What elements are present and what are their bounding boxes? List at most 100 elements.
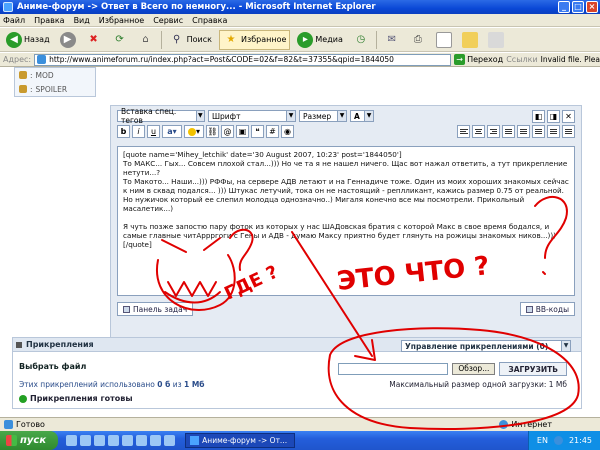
folder-button[interactable] — [459, 30, 481, 50]
attachments-header: Прикрепления Управление прикреплениями (… — [13, 338, 581, 352]
search-label: Поиск — [186, 35, 212, 44]
print-button[interactable]: ⎙ — [407, 30, 429, 50]
browse-button[interactable]: Обзор... — [452, 363, 496, 375]
attachments-usage: Этих прикреплений использовано 0 б из 1 … — [19, 380, 205, 389]
quicklaunch-icon[interactable] — [80, 435, 92, 446]
bbcode-icon — [525, 305, 533, 313]
choose-file-label: Выбрать файл — [19, 362, 87, 371]
ie-icon — [3, 2, 13, 12]
mode-icon[interactable]: ◧ — [532, 110, 545, 123]
tag-icon — [19, 71, 27, 79]
usage-prefix: Этих прикреплений использовано — [19, 380, 155, 389]
home-button[interactable]: ⌂ — [135, 30, 157, 50]
numbered-list-icon[interactable] — [532, 125, 545, 138]
align-right-icon[interactable] — [487, 125, 500, 138]
back-button[interactable]: ◀ Назад — [3, 30, 53, 50]
go-button[interactable]: → Переход — [454, 54, 503, 65]
image-icon[interactable]: ▣ — [236, 125, 249, 138]
mail-button[interactable]: ✉ — [381, 30, 403, 50]
mail-icon: ✉ — [387, 34, 397, 45]
text-color-select[interactable]: A ▼ — [350, 110, 374, 122]
link-icon[interactable]: ⛓ — [206, 125, 219, 138]
outdent-icon[interactable] — [547, 125, 560, 138]
indent-icon[interactable] — [562, 125, 575, 138]
max-upload-size: Максимальный размер одной загрузки: 1 Мб — [389, 380, 567, 389]
edit-button[interactable] — [433, 30, 455, 50]
close-button[interactable]: × — [586, 1, 598, 13]
spoiler-icon[interactable]: ◉ — [281, 125, 294, 138]
bold-button[interactable]: b — [117, 125, 130, 138]
insert-tags-select[interactable]: Вставка спец. тегов ▼ — [117, 107, 205, 125]
menu-view[interactable]: Вид — [74, 16, 90, 25]
underline-button[interactable]: u — [147, 125, 160, 138]
minimize-button[interactable]: _ — [558, 1, 570, 13]
address-bar: Адрес: http://www.animeforum.ru/index.ph… — [0, 53, 600, 67]
menu-help[interactable]: Справка — [192, 16, 227, 25]
start-button[interactable]: пуск — [0, 431, 59, 450]
post-textarea[interactable]: [quote name='Mihey_letchik' date='30 Aug… — [117, 146, 575, 296]
stop-button[interactable]: ✖ — [83, 30, 105, 50]
font-select[interactable]: Шрифт ▼ — [208, 110, 296, 122]
tag-item-mod[interactable]: : MOD — [15, 68, 95, 82]
media-button[interactable]: ▸ Медиа — [294, 30, 345, 50]
code-icon[interactable]: # — [266, 125, 279, 138]
post-editor: Вставка спец. тегов ▼ Шрифт ▼ Размер ▼ A ▼ ◧… — [110, 105, 582, 367]
print-icon: ⎙ — [413, 34, 422, 45]
quicklaunch-icon[interactable] — [66, 435, 78, 446]
history-icon: ◷ — [356, 34, 366, 45]
close-icon[interactable]: ✕ — [562, 110, 575, 123]
menu-favorites[interactable]: Избранное — [99, 16, 144, 25]
language-indicator[interactable]: EN — [537, 436, 548, 445]
info-notice[interactable]: Invalid file. Plea — [541, 55, 600, 64]
menu-edit[interactable]: Правка — [34, 16, 64, 25]
align-justify-icon[interactable] — [502, 125, 515, 138]
menu-file[interactable]: Файл — [3, 16, 25, 25]
quote-icon[interactable]: ❝ — [251, 125, 264, 138]
smiley-button[interactable]: ▾ — [184, 125, 204, 138]
refresh-button[interactable]: ⟳ — [109, 30, 131, 50]
chevron-down-icon: ▼ — [286, 111, 295, 121]
window-controls: _ □ × — [558, 1, 598, 13]
maximize-button[interactable]: □ — [572, 1, 584, 13]
menu-tools[interactable]: Сервис — [153, 16, 183, 25]
title-bar: Аниме-форум -> Ответ в Всего по немногу.… — [0, 0, 600, 14]
quicklaunch-icon[interactable] — [164, 435, 176, 446]
quicklaunch-icon[interactable] — [108, 435, 120, 446]
messenger-button[interactable] — [485, 30, 507, 50]
email-icon[interactable]: @ — [221, 125, 234, 138]
address-input[interactable]: http://www.animeforum.ru/index.php?act=P… — [34, 53, 452, 66]
file-upload-row: Обзор... ЗАГРУЗИТЬ — [338, 362, 567, 376]
align-center-icon[interactable] — [472, 125, 485, 138]
search-button[interactable]: ⚲ Поиск — [166, 30, 215, 50]
history-button[interactable]: ◷ — [350, 30, 372, 50]
insert-tags-value: Вставка спец. тегов — [121, 107, 177, 125]
task-panel-button[interactable]: Панель задач — [117, 302, 194, 316]
address-url: http://www.animeforum.ru/index.php?act=P… — [49, 55, 394, 64]
chevron-down-icon: ▼ — [561, 341, 570, 351]
italic-button[interactable]: i — [132, 125, 145, 138]
favorites-button[interactable]: ★ Избранное — [218, 29, 291, 50]
collapse-icon[interactable] — [16, 341, 22, 348]
upload-button[interactable]: ЗАГРУЗИТЬ — [499, 362, 567, 376]
quicklaunch-icon[interactable] — [136, 435, 148, 446]
quicklaunch-icon[interactable] — [94, 435, 106, 446]
attachments-panel: Прикрепления Управление прикреплениями (… — [12, 337, 582, 409]
quicklaunch-icon[interactable] — [122, 435, 134, 446]
align-left-icon[interactable] — [457, 125, 470, 138]
quicklaunch-icon[interactable] — [150, 435, 162, 446]
mode-icon[interactable]: ◨ — [547, 110, 560, 123]
task-panel-label: Панель задач — [133, 304, 188, 314]
bbcode-button[interactable]: BB-коды — [519, 302, 575, 316]
back-label: Назад — [24, 35, 50, 44]
file-path-input[interactable] — [338, 363, 449, 375]
list-icon[interactable] — [517, 125, 530, 138]
forward-button[interactable]: ▶ — [57, 30, 79, 50]
manage-attachments-select[interactable]: Управление прикреплениями (0) ▼ — [401, 340, 571, 352]
tray-icon[interactable] — [553, 436, 563, 445]
font-color-button[interactable]: a▾ — [162, 125, 182, 138]
size-select[interactable]: Размер ▼ — [299, 110, 347, 122]
tag-item-spoiler[interactable]: : SPOILER — [15, 82, 95, 96]
taskbar-window-button[interactable]: Аниме-форум -> От... — [185, 433, 296, 448]
links-label[interactable]: Ссылки — [506, 55, 537, 64]
chevron-down-icon: ▼ — [337, 111, 346, 121]
